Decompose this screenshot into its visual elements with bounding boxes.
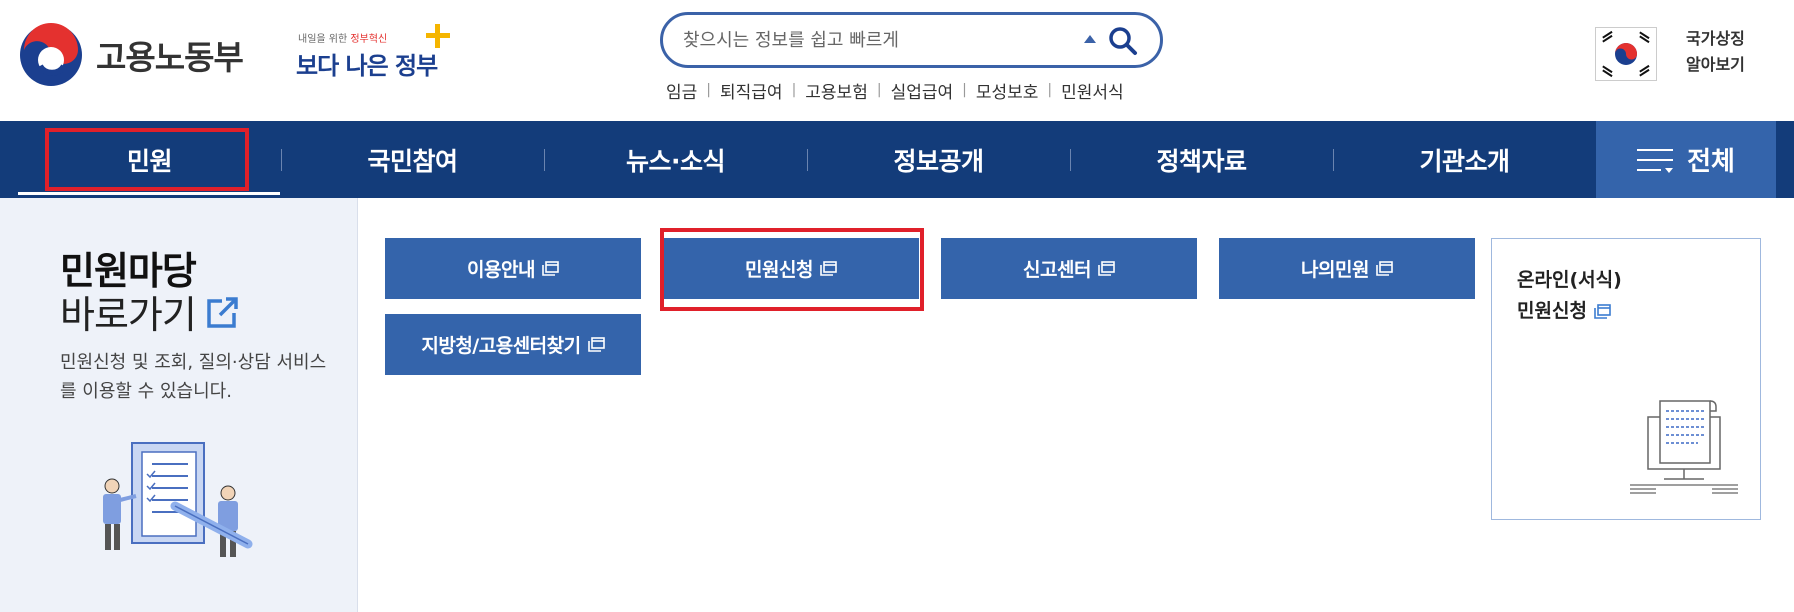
badge-big-text: 보다 나은 정부 — [296, 52, 438, 80]
quick-link-employment-insurance[interactable]: 고용보험 — [805, 78, 868, 103]
quick-link-wage[interactable]: 임금 — [666, 78, 697, 103]
divider: | — [962, 82, 967, 98]
panel-subtitle: 바로가기 — [60, 293, 197, 337]
guide-button-label: 이용안내 — [467, 259, 535, 281]
ministry-logo[interactable]: 고용노동부 — [18, 20, 244, 90]
find-office-button[interactable]: 지방청/고용센터찾기 — [385, 314, 641, 375]
report-center-button[interactable]: 신고센터 — [941, 238, 1197, 299]
badge-small-prefix: 내일을 위한 — [298, 34, 351, 45]
checklist-people-illustration-icon — [103, 442, 253, 557]
report-center-button-label: 신고센터 — [1023, 259, 1091, 281]
new-window-icon — [1098, 261, 1115, 276]
new-window-icon — [820, 261, 837, 276]
find-office-button-label: 지방청/고용센터찾기 — [421, 335, 581, 357]
search-box — [660, 12, 1163, 68]
card-line2: 민원신청 — [1517, 300, 1587, 322]
divider: | — [1047, 82, 1053, 98]
document-computer-illustration-icon — [1630, 400, 1738, 494]
panel-description: 민원신청 및 조회, 질의·상담 서비스를 이용할 수 있습니다. — [60, 352, 327, 402]
quick-link-retirement[interactable]: 퇴직급여 — [720, 78, 783, 103]
quick-links: 임금 | 퇴직급여 | 고용보험 | 실업급여 | 모성보호 | 민원서식 — [666, 78, 1124, 103]
my-petition-button-label: 나의민원 — [1301, 259, 1369, 281]
all-menu-label: 전체 — [1687, 147, 1735, 177]
civil-affairs-panel: 민원마당 바로가기 민원신청 및 조회, 질의·상담 서비스를 이용할 수 있습… — [0, 198, 358, 612]
taegeuk-logo-icon — [20, 23, 82, 86]
plus-icon — [426, 24, 450, 48]
national-symbol-link[interactable]: 국가상징 알아보기 — [1686, 26, 1745, 78]
search-icon[interactable] — [1108, 26, 1138, 56]
nav-item-policy[interactable]: 정책자료 — [1070, 121, 1333, 198]
external-link-icon — [207, 296, 238, 328]
divider: | — [791, 82, 797, 98]
online-form-card[interactable]: 온라인(서식) 민원신청 — [1491, 238, 1761, 520]
search-dropdown-caret-icon[interactable] — [1084, 35, 1096, 43]
divider: | — [706, 82, 711, 98]
nav-item-civil[interactable]: 민원 — [18, 121, 281, 198]
ministry-name: 고용노동부 — [96, 38, 244, 77]
national-flag-icon[interactable] — [1595, 27, 1657, 81]
nav-item-about[interactable]: 기관소개 — [1333, 121, 1596, 198]
all-menu-button[interactable]: 전체 — [1596, 121, 1776, 198]
my-petition-button[interactable]: 나의민원 — [1219, 238, 1475, 299]
quick-link-maternity[interactable]: 모성보호 — [976, 78, 1039, 103]
badge-small-highlight: 정부혁신 — [350, 34, 388, 45]
quick-link-unemployment-benefit[interactable]: 실업급여 — [891, 78, 954, 103]
symbol-link-line2: 알아보기 — [1686, 55, 1745, 74]
new-window-icon — [542, 261, 559, 276]
new-window-icon — [1594, 304, 1611, 319]
nav-item-news[interactable]: 뉴스·소식 — [544, 121, 807, 198]
quick-link-forms[interactable]: 민원서식 — [1061, 78, 1124, 103]
symbol-link-line1: 국가상징 — [1686, 29, 1745, 48]
search-input[interactable] — [683, 25, 1063, 55]
apply-button[interactable]: 민원신청 — [663, 238, 919, 299]
guide-button[interactable]: 이용안내 — [385, 238, 641, 299]
main-nav: 민원 국민참여 뉴스·소식 정보공개 정책자료 기관소개 전체 — [0, 121, 1794, 198]
card-line1: 온라인(서식) — [1517, 269, 1622, 291]
menu-icon — [1637, 147, 1674, 173]
divider: | — [876, 82, 882, 98]
nav-item-participation[interactable]: 국민참여 — [281, 121, 544, 198]
active-nav-underline — [18, 192, 280, 195]
new-window-icon — [587, 337, 605, 352]
apply-button-label: 민원신청 — [745, 259, 813, 281]
panel-shortcut-link[interactable]: 바로가기 — [60, 284, 240, 339]
nav-item-disclosure[interactable]: 정보공개 — [807, 121, 1070, 198]
new-window-icon — [1376, 261, 1393, 276]
gov-innovation-badge[interactable]: 내일을 위한 정부혁신 보다 나은 정부 — [296, 22, 456, 92]
site-header: 고용노동부 내일을 위한 정부혁신 보다 나은 정부 임금 | 퇴직급여 | 고… — [0, 0, 1794, 121]
